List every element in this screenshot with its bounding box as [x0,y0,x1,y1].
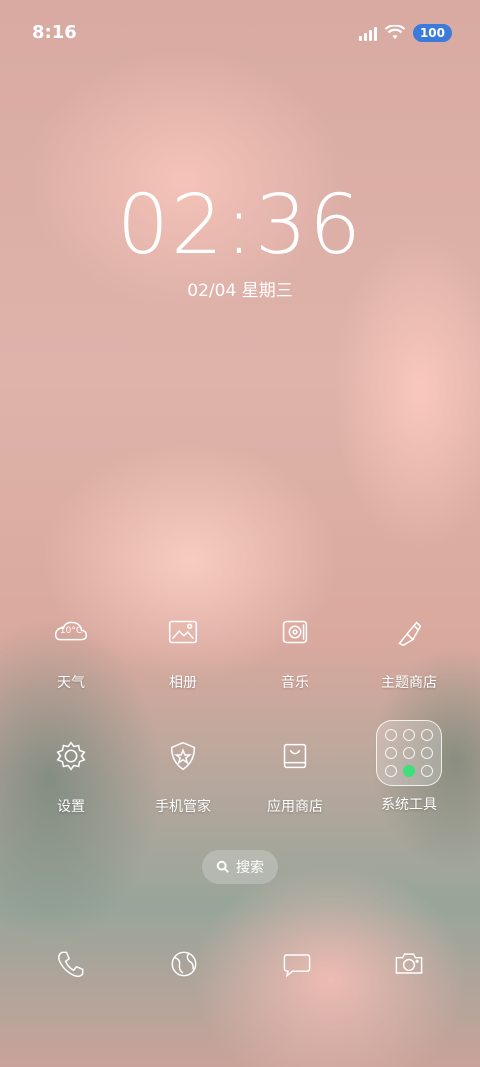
app-app-store[interactable]: 应用商店 [240,726,350,816]
messages-icon [283,954,311,978]
app-label: 主题商店 [381,675,437,691]
settings-gear-icon [41,726,101,786]
dock-messages[interactable] [267,934,327,994]
signal-icon [358,25,377,41]
weather-icon: 10°C [41,602,101,662]
app-label: 音乐 [281,675,309,691]
app-label: 天气 [57,675,85,691]
app-phone-manager[interactable]: 手机管家 [128,726,238,816]
app-music[interactable]: 音乐 [240,602,350,692]
theme-store-icon [379,602,439,662]
battery-badge: 100 [412,24,452,42]
app-label: 系统工具 [381,797,437,813]
app-theme-store[interactable]: 主题商店 [354,602,464,692]
status-time: 8:16 [32,22,77,43]
phone-manager-shield-icon [153,726,213,786]
search-button[interactable]: 搜索 [202,850,278,884]
status-icons: 100 [358,24,452,42]
lockscreen-date: 02/04 星期三 [187,281,293,301]
dock-phone[interactable] [41,934,101,994]
app-label: 相册 [169,675,197,691]
browser-globe-icon [171,951,197,977]
app-settings[interactable]: 设置 [16,726,126,816]
wifi-icon [384,25,405,39]
status-bar: 8:16 100 [0,0,480,66]
weather-temp-text: 10°C [59,626,83,636]
search-icon [216,860,229,873]
app-weather[interactable]: 10°C 天气 [16,602,126,692]
app-label: 应用商店 [267,799,323,815]
dock-camera[interactable] [379,934,439,994]
phone-icon [58,951,84,978]
app-store-bag-icon [265,726,325,786]
app-gallery[interactable]: 相册 [128,602,238,692]
app-label: 设置 [57,799,85,815]
camera-icon [395,953,423,974]
lockscreen-clock: 02:36 [116,178,364,273]
dock-browser[interactable] [154,934,214,994]
app-system-tools-folder[interactable]: 系统工具 [354,720,464,814]
search-label: 搜索 [236,860,264,876]
system-tools-folder-icon [376,720,442,786]
gallery-icon [153,602,213,662]
music-icon [265,602,325,662]
app-label: 手机管家 [155,799,211,815]
